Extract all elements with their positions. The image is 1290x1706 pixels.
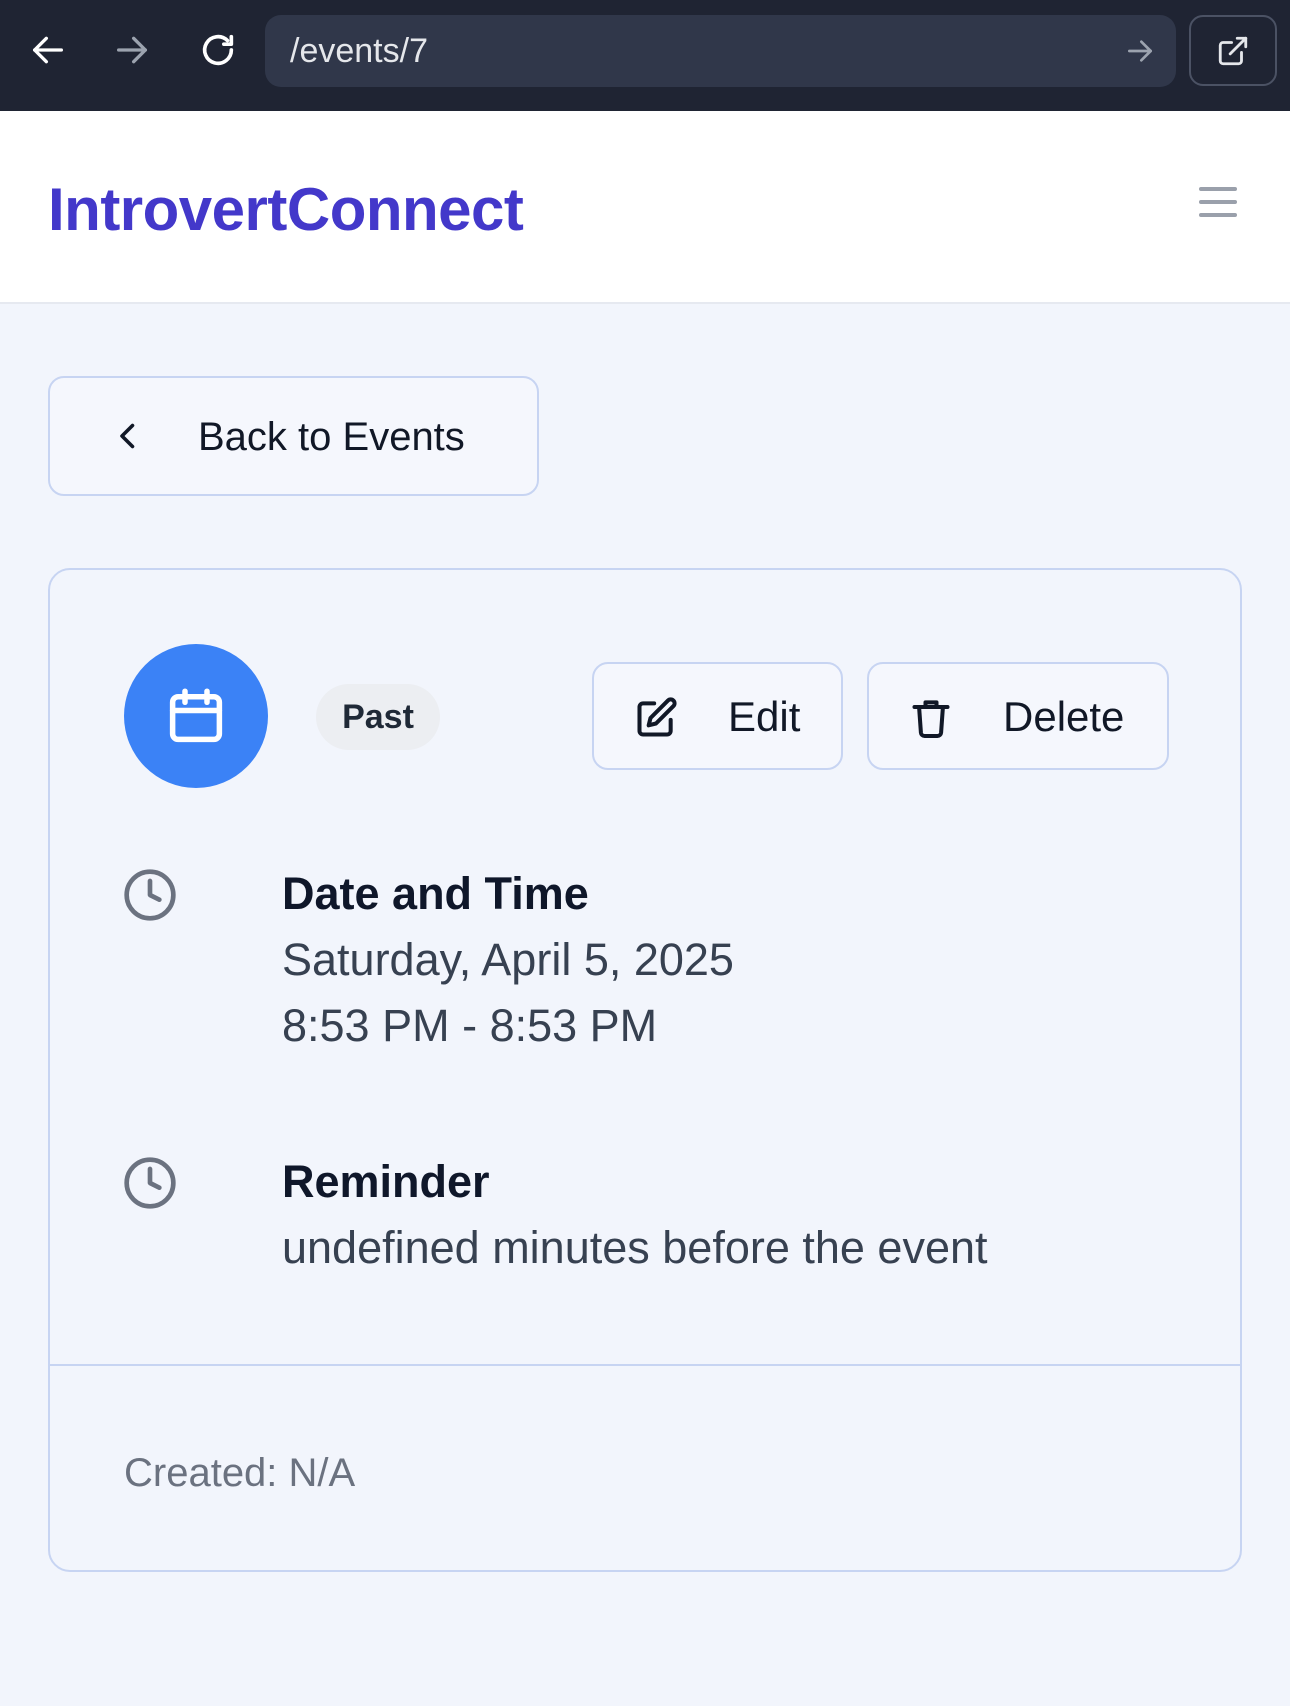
address-url[interactable]: /events/7 <box>290 33 428 69</box>
address-go-button[interactable] <box>1124 35 1156 67</box>
hamburger-menu-icon[interactable] <box>1196 187 1240 227</box>
app-logo[interactable]: IntrovertConnect <box>48 177 524 243</box>
arrow-right-icon <box>1128 40 1152 62</box>
date-time-title: Date and Time <box>282 868 589 919</box>
browser-toolbar: /events/7 <box>0 0 1290 111</box>
pencil-square-icon <box>634 696 678 740</box>
external-link-icon <box>1218 36 1248 65</box>
reminder-title: Reminder <box>282 1156 490 1207</box>
app-header: IntrovertConnect <box>0 111 1290 304</box>
reload-icon <box>202 34 234 66</box>
browser-back-button[interactable] <box>20 22 76 78</box>
date-time-section: Date and Time Saturday, April 5, 2025 8:… <box>122 867 1172 1067</box>
arrow-left-icon <box>33 36 63 64</box>
calendar-icon <box>169 688 223 743</box>
event-detail-card: Past Edit Delete Date and Time Saturday,… <box>48 568 1242 1572</box>
status-badge: Past <box>316 684 440 750</box>
back-to-events-label: Back to Events <box>198 415 465 459</box>
delete-button[interactable]: Delete <box>867 662 1169 770</box>
browser-forward-button[interactable] <box>104 22 160 78</box>
reminder-text: undefined minutes before the event <box>282 1222 988 1273</box>
event-date: Saturday, April 5, 2025 <box>282 934 734 985</box>
address-bar[interactable]: /events/7 <box>265 15 1176 87</box>
card-divider <box>50 1364 1240 1366</box>
delete-label: Delete <box>1003 693 1125 740</box>
arrow-right-icon <box>117 36 147 64</box>
back-to-events-button[interactable]: Back to Events <box>48 376 539 496</box>
created-meta: Created: N/A <box>124 1451 356 1495</box>
chevron-left-icon <box>110 418 146 454</box>
browser-reload-button[interactable] <box>190 22 246 78</box>
event-avatar <box>124 644 268 788</box>
reminder-section: Reminder undefined minutes before the ev… <box>122 1155 1172 1285</box>
event-time-range: 8:53 PM - 8:53 PM <box>282 1000 658 1051</box>
edit-label: Edit <box>728 693 801 740</box>
trash-icon <box>909 696 953 740</box>
clock-icon <box>122 1155 178 1211</box>
edit-button[interactable]: Edit <box>592 662 843 770</box>
clock-icon <box>122 867 178 923</box>
open-in-new-tab-button[interactable] <box>1189 15 1277 86</box>
